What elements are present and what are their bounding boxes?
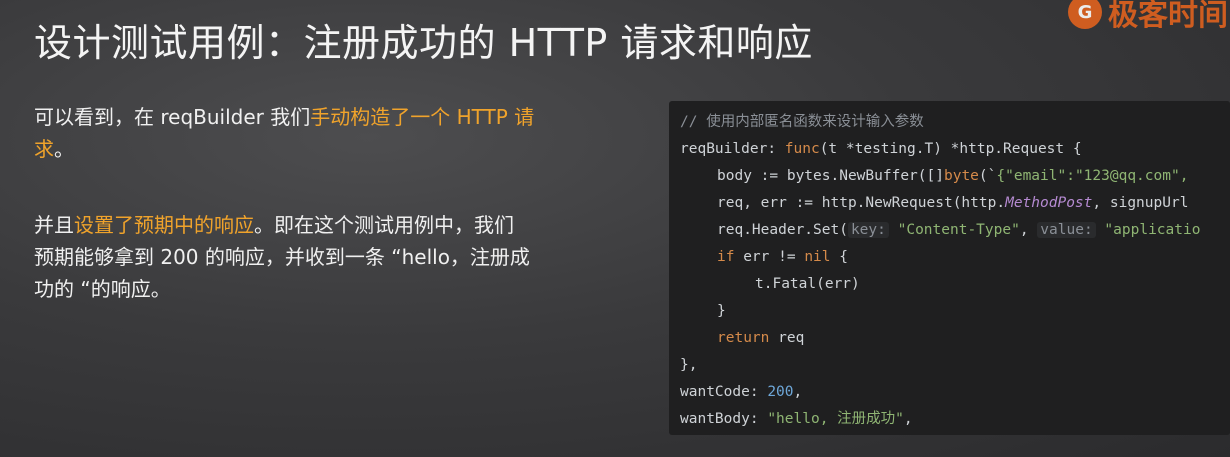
logo-text: 极客时间	[1108, 0, 1228, 33]
logo-icon: G	[1068, 0, 1102, 29]
code-line-wantbody: wantBody: "hello, 注册成功",	[680, 411, 913, 427]
code-line-header-set: req.Header.Set(key: "Content-Type", valu…	[717, 222, 1201, 238]
para2-line3: 功的 “的响应。	[34, 277, 171, 301]
para1-end: 。	[54, 137, 74, 161]
code-overflow-fade	[1216, 101, 1230, 435]
brand-logo: G 极客时间	[1068, 0, 1228, 34]
para1-highlight: 手动构造了一个 HTTP 请	[310, 105, 535, 129]
para2-highlight: 设置了预期中的响应	[74, 213, 254, 237]
code-comment: // 使用内部匿名函数来设计输入参数	[680, 114, 924, 130]
code-line-body: body := bytes.NewBuffer([]byte(`{"email"…	[717, 168, 1189, 184]
code-line-wantcode: wantCode: 200,	[680, 384, 803, 400]
code-line-close-if: }	[717, 303, 726, 319]
param-hint-value: value:	[1037, 222, 1096, 238]
para1-text: 可以看到，在 reqBuilder 我们	[34, 105, 311, 129]
para2-line2: 预期能够拿到 200 的响应，并收到一条 “hello，注册成	[34, 245, 530, 269]
paragraph-response: 并且设置了预期中的响应。即在这个测试用例中，我们 预期能够拿到 200 的响应，…	[34, 209, 614, 305]
code-line-if: if err != nil {	[717, 249, 848, 265]
code-line-return: return req	[717, 330, 805, 346]
para2-prefix: 并且	[34, 213, 74, 237]
paragraph-request: 可以看到，在 reqBuilder 我们手动构造了一个 HTTP 请 求。	[34, 101, 614, 165]
slide-title: 设计测试用例：注册成功的 HTTP 请求和响应	[34, 21, 813, 65]
para2-rest: 。即在这个测试用例中，我们	[254, 213, 514, 237]
code-block: // 使用内部匿名函数来设计输入参数 reqBuilder: func(t *t…	[669, 101, 1230, 435]
code-line-newrequest: req, err := http.NewRequest(http.MethodP…	[717, 195, 1189, 211]
code-line-reqbuilder: reqBuilder: func(t *testing.T) *http.Req…	[680, 141, 1082, 157]
param-hint-key: key:	[847, 222, 889, 238]
para1-highlight-cont: 求	[34, 137, 54, 161]
code-line-fatal: t.Fatal(err)	[755, 276, 860, 292]
code-line-close-func: },	[680, 357, 698, 373]
